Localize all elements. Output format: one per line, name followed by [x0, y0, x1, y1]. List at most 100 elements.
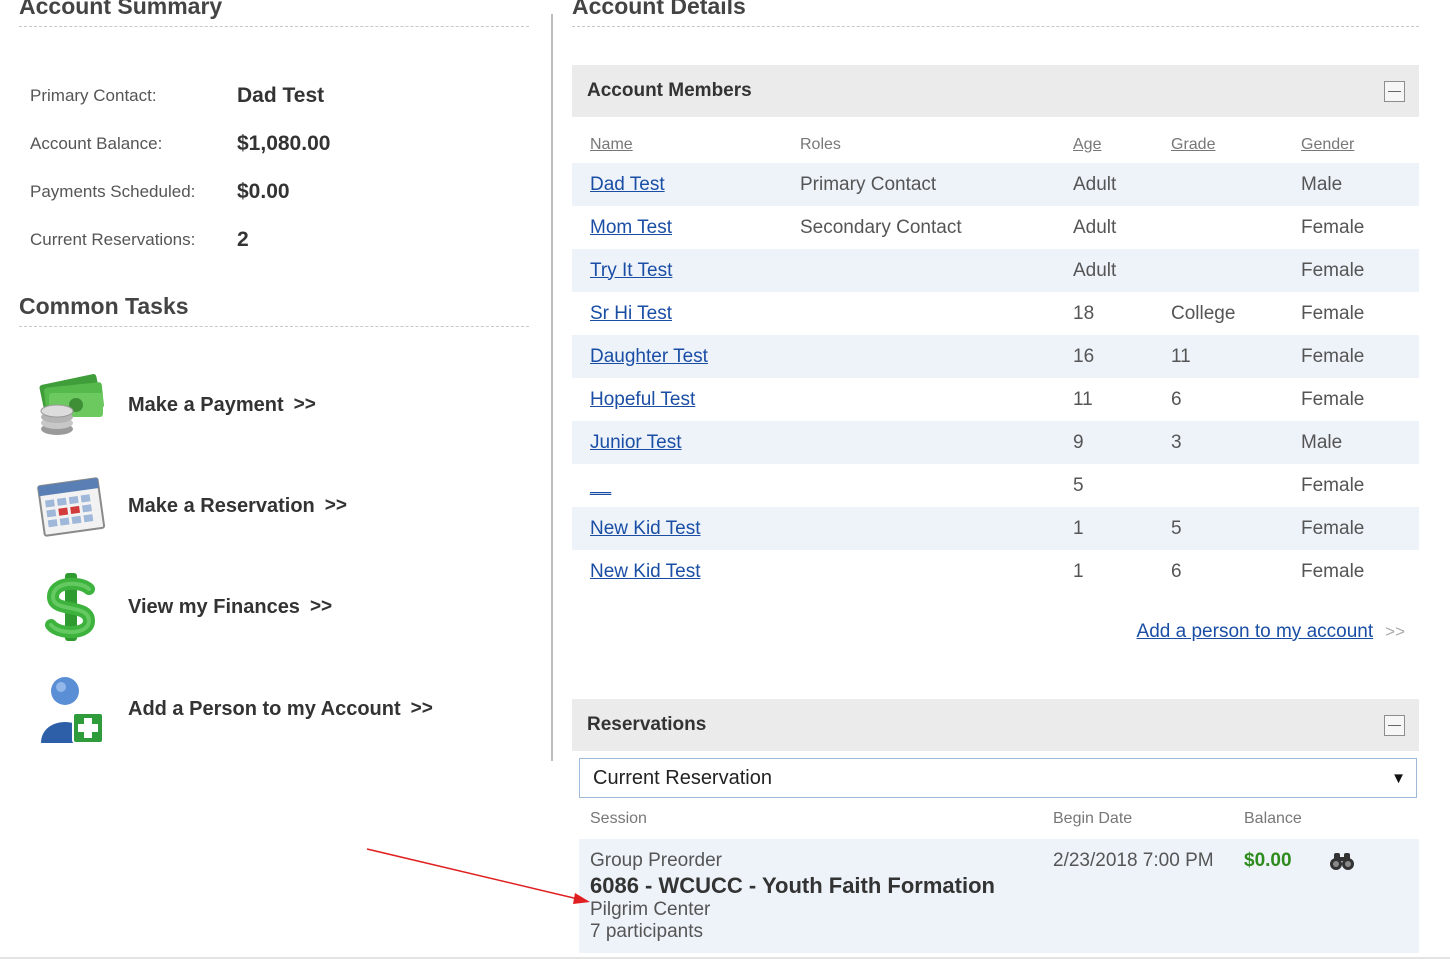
account-members-header: Account Members — [572, 65, 1419, 117]
member-name-link[interactable]: __ — [590, 475, 611, 496]
table-header-row: Name Roles Age Grade Gender — [572, 126, 1419, 163]
binoculars-icon[interactable] — [1329, 851, 1355, 876]
reservation-filter-select[interactable]: Current Reservation ▼ — [579, 758, 1417, 798]
reservation-row: Group Preorder 6086 - WCUCC - Youth Fait… — [579, 839, 1419, 953]
dollar-sign-icon — [35, 571, 107, 643]
member-name-link[interactable]: Daughter Test — [590, 346, 708, 367]
member-grade: 5 — [1171, 507, 1301, 550]
table-row: __ 5 Female — [572, 464, 1419, 507]
account-members-table: Name Roles Age Grade Gender Dad Test Pri… — [572, 126, 1419, 593]
member-gender: Female — [1301, 474, 1365, 496]
table-row: Dad Test Primary Contact Adult Male — [572, 163, 1419, 206]
task-make-payment[interactable]: Make a Payment >> — [35, 369, 316, 441]
col-roles: Roles — [800, 135, 841, 153]
reservation-begin-date: 2/23/2018 7:00 PM — [1053, 850, 1214, 871]
member-grade: College — [1171, 302, 1236, 324]
member-grade: 6 — [1171, 388, 1182, 410]
member-name-link[interactable]: Hopeful Test — [590, 389, 695, 410]
member-role — [800, 335, 1073, 378]
task-arrow: >> — [410, 698, 433, 719]
member-role — [800, 507, 1073, 550]
table-row: New Kid Test 1 5 Female — [572, 507, 1419, 550]
task-arrow: >> — [324, 495, 347, 516]
member-gender: Female — [1301, 216, 1365, 238]
table-row: New Kid Test 1 6 Female — [572, 550, 1419, 593]
member-name-link[interactable]: Mom Test — [590, 217, 672, 238]
member-name-link[interactable]: Dad Test — [590, 174, 665, 195]
member-gender: Female — [1301, 335, 1419, 378]
member-gender: Female — [1301, 560, 1365, 582]
account-members-title: Account Members — [587, 80, 752, 101]
add-person-row: Add a person to my account >> — [1137, 621, 1405, 643]
member-grade — [1171, 464, 1301, 507]
summary-row-payments-scheduled: Payments Scheduled: $0.00 — [30, 168, 330, 216]
member-name-link[interactable]: Junior Test — [590, 432, 682, 453]
view-finances-link[interactable]: View my Finances — [128, 596, 300, 619]
bottom-border — [0, 957, 1450, 959]
member-gender: Male — [1301, 163, 1419, 206]
money-icon — [35, 369, 107, 441]
member-role: Primary Contact — [800, 163, 1073, 206]
reservation-name: 6086 - WCUCC - Youth Faith Formation — [590, 873, 995, 898]
summary-row-current-reservations: Current Reservations: 2 — [30, 216, 330, 264]
member-age: 18 — [1073, 302, 1095, 324]
member-grade: 3 — [1171, 421, 1301, 464]
table-row: Try It Test Adult Female — [572, 249, 1419, 292]
member-role — [800, 249, 1073, 292]
member-grade — [1171, 206, 1301, 249]
add-person-link[interactable]: Add a person to my account — [1137, 621, 1374, 642]
summary-label: Primary Contact: — [30, 86, 157, 105]
reservations-header: Reservations — [572, 699, 1419, 751]
common-tasks-title: Common Tasks — [19, 293, 529, 327]
summary-row-account-balance: Account Balance: $1,080.00 — [30, 120, 330, 168]
col-age[interactable]: Age — [1073, 126, 1171, 163]
member-gender: Male — [1301, 421, 1419, 464]
member-age: Adult — [1073, 216, 1117, 238]
member-age: Adult — [1073, 163, 1171, 206]
add-person-task-link[interactable]: Add a Person to my Account — [128, 698, 401, 721]
member-name-link[interactable]: New Kid Test — [590, 561, 701, 582]
column-divider — [551, 14, 553, 761]
collapse-members-button[interactable] — [1384, 80, 1405, 102]
member-age: 1 — [1073, 560, 1084, 582]
member-role — [800, 464, 1073, 507]
col-name[interactable]: Name — [572, 126, 800, 163]
account-details-title: Account Details — [572, 0, 1419, 27]
member-age: 11 — [1073, 388, 1093, 410]
member-gender: Female — [1301, 507, 1419, 550]
task-arrow: >> — [309, 596, 333, 617]
make-payment-link[interactable]: Make a Payment — [128, 394, 284, 417]
member-grade: 11 — [1171, 335, 1301, 378]
reservation-place: Pilgrim Center — [590, 899, 711, 920]
table-row: Daughter Test 16 11 Female — [572, 335, 1419, 378]
task-arrow: >> — [293, 394, 316, 415]
table-row: Junior Test 9 3 Male — [572, 421, 1419, 464]
task-view-finances[interactable]: View my Finances >> — [35, 571, 332, 643]
table-row: Mom Test Secondary Contact Adult Female — [572, 206, 1419, 249]
task-make-reservation[interactable]: Make a Reservation >> — [35, 470, 347, 542]
member-age: 5 — [1073, 474, 1084, 496]
table-row: Sr Hi Test 18 College Female — [572, 292, 1419, 335]
add-user-icon — [35, 673, 107, 745]
reservation-balance: $0.00 — [1244, 850, 1292, 871]
make-reservation-link[interactable]: Make a Reservation — [128, 495, 315, 518]
col-grade[interactable]: Grade — [1171, 126, 1301, 163]
add-person-arrow: >> — [1385, 622, 1405, 641]
member-role — [800, 378, 1073, 421]
member-role — [800, 421, 1073, 464]
member-age: 1 — [1073, 507, 1171, 550]
member-age: 9 — [1073, 421, 1171, 464]
summary-value: $1,080.00 — [237, 132, 331, 155]
summary-label: Account Balance: — [30, 134, 163, 153]
collapse-reservations-button[interactable] — [1384, 714, 1405, 736]
member-age: Adult — [1073, 249, 1171, 292]
member-name-link[interactable]: New Kid Test — [590, 518, 701, 539]
col-begin-date: Begin Date — [1053, 810, 1133, 827]
member-role: Secondary Contact — [800, 216, 962, 238]
account-summary: Primary Contact: Dad Test Account Balanc… — [30, 72, 330, 264]
member-gender: Female — [1301, 302, 1365, 324]
member-name-link[interactable]: Sr Hi Test — [590, 303, 672, 324]
member-name-link[interactable]: Try It Test — [590, 260, 672, 281]
col-gender[interactable]: Gender — [1301, 126, 1419, 163]
task-add-person[interactable]: Add a Person to my Account >> — [35, 673, 433, 745]
